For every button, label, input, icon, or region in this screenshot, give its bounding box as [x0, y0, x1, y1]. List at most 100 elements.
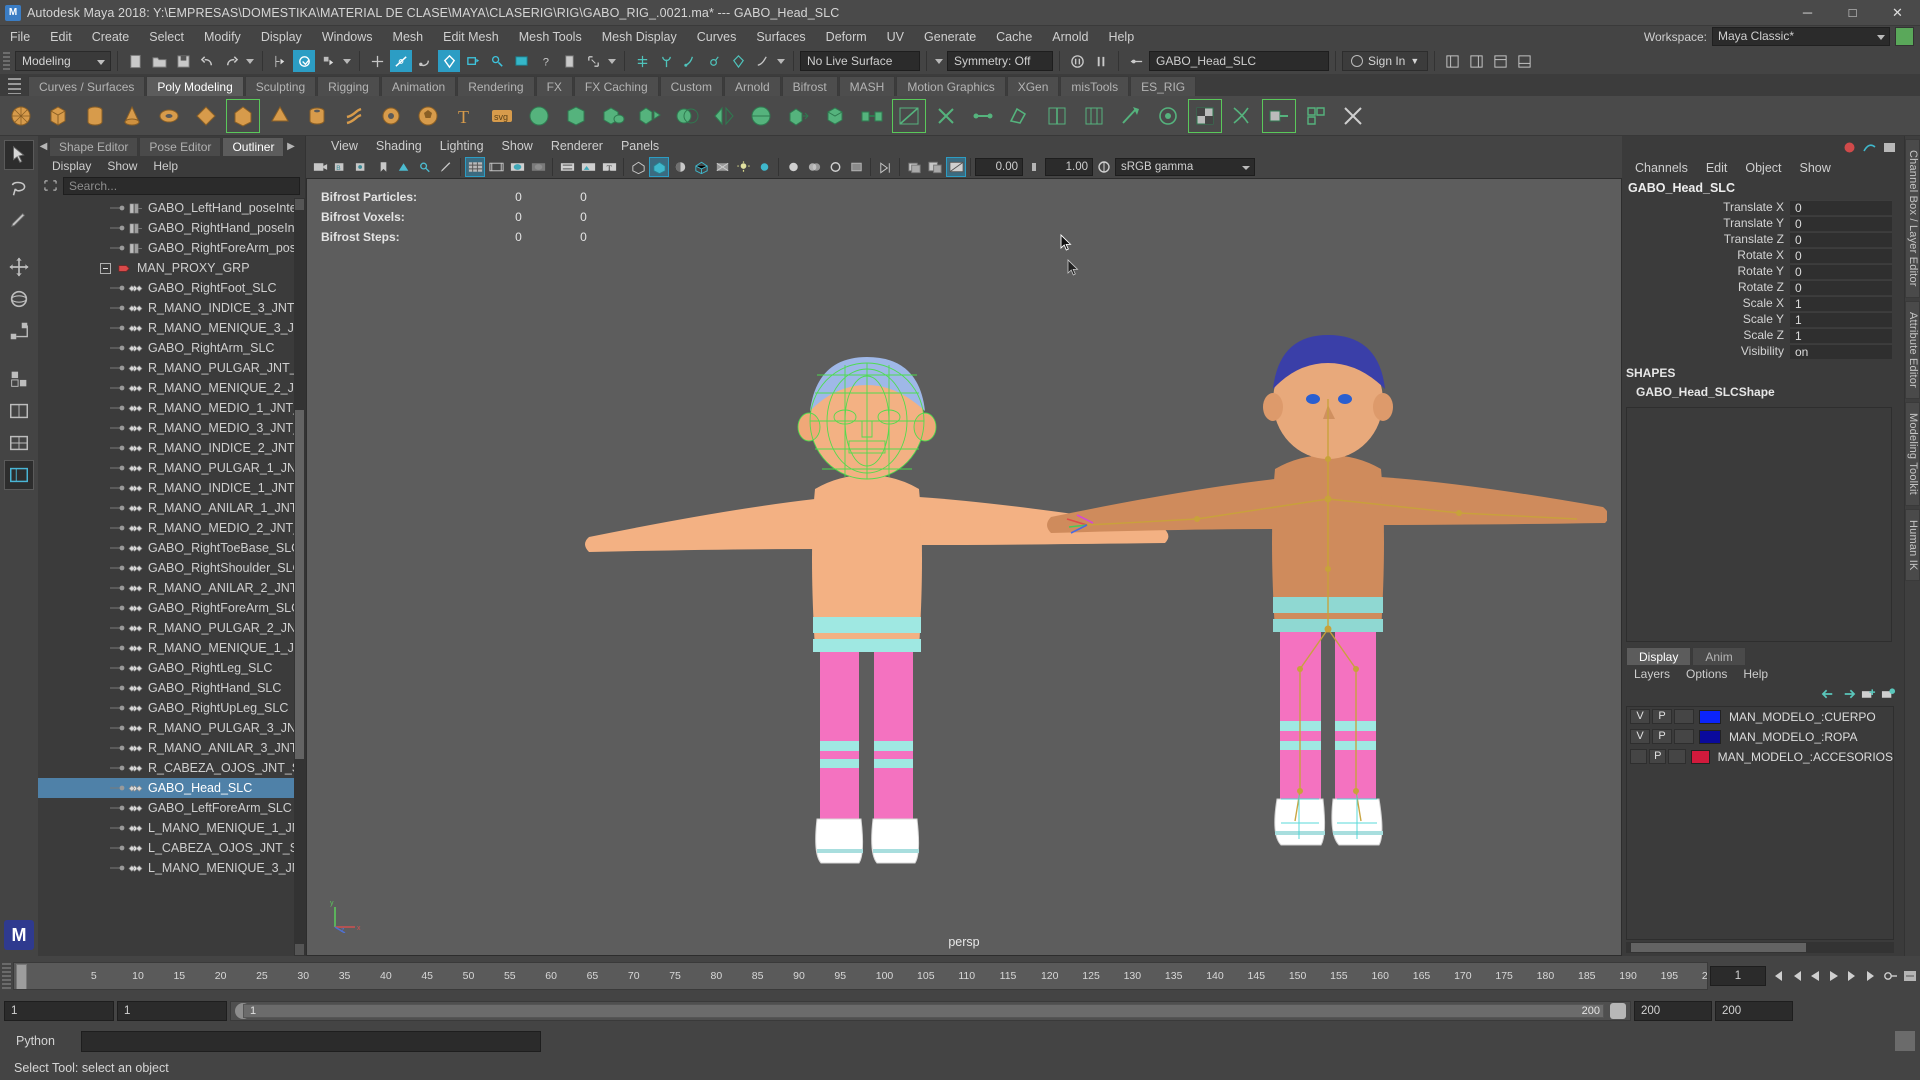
snap-projected-icon[interactable] — [438, 50, 460, 72]
xray-display-icon[interactable] — [557, 157, 577, 177]
channel-box-menu-object[interactable]: Object — [1736, 158, 1790, 178]
vertical-tab-human-ik[interactable]: Human IK — [1905, 508, 1920, 582]
persp-viewport[interactable]: Bifrost Particles: 0 0 Bifrost Voxels: 0 0 Bif… — [306, 178, 1622, 956]
scroll-down-button[interactable] — [295, 944, 304, 955]
scale-tool-icon[interactable] — [4, 316, 34, 346]
shelf-poly-pipe-icon[interactable] — [300, 99, 334, 133]
statusline-collapse-4[interactable] — [775, 51, 787, 71]
render-region-icon[interactable] — [582, 50, 604, 72]
select-component-icon[interactable] — [317, 50, 339, 72]
channel-value-field[interactable]: 0 — [1790, 263, 1892, 279]
sign-in-button[interactable]: Sign In ▼ — [1342, 51, 1429, 71]
bookmark-icon[interactable] — [373, 157, 393, 177]
channel-value-field[interactable]: 0 — [1790, 279, 1892, 295]
shelf-combine-icon[interactable] — [596, 99, 630, 133]
multisample-icon[interactable] — [825, 157, 845, 177]
menu-item-uv[interactable]: UV — [877, 26, 914, 48]
shelf-tab-mash[interactable]: MASH — [838, 76, 896, 96]
time-slider-grip[interactable] — [2, 963, 11, 989]
color-space-select[interactable]: sRGB gamma — [1115, 158, 1255, 176]
display-layer-list[interactable]: V P MAN_MODELO_:CUERPO V P MAN_MODELO_:ROPA P M… — [1626, 705, 1894, 940]
shelf-target-weld-icon[interactable] — [929, 99, 963, 133]
outliner-item[interactable]: R_MANO_ANILAR_2_JNT_SLC — [38, 578, 305, 598]
outliner-scrollbar[interactable] — [294, 198, 305, 956]
shelf-poly-torus-icon[interactable] — [152, 99, 186, 133]
menu-item-generate[interactable]: Generate — [914, 26, 986, 48]
layer-menu-help[interactable]: Help — [1735, 665, 1776, 684]
shelf-poly-helix-icon[interactable] — [337, 99, 371, 133]
new-layer-icon[interactable] — [1861, 687, 1876, 701]
two-d-pan-zoom-icon[interactable] — [415, 157, 435, 177]
layer-toggle-playback[interactable]: P — [1652, 709, 1672, 724]
workspace-select[interactable]: Maya Classic* — [1712, 27, 1890, 46]
outliner-tab-outliner[interactable]: Outliner — [222, 136, 285, 156]
outliner-item[interactable]: L_CABEZA_OJOS_JNT_SLC — [38, 838, 305, 858]
viewport-menu-show[interactable]: Show — [493, 136, 542, 156]
layer-name[interactable]: MAN_MODELO_:CUERPO — [1729, 710, 1876, 724]
outliner-item[interactable]: MAN_PROXY_GRP — [38, 258, 305, 278]
time-slider[interactable]: 5 10 15 20 25 30 35 40 45 50 55 60 65 70 75 80 85 90 95 100… — [13, 962, 1708, 990]
shelf-bridge-icon[interactable] — [855, 99, 889, 133]
vertical-tab-channel-box-layer-editor[interactable]: Channel Box / Layer Editor — [1905, 139, 1920, 298]
outliner-item[interactable]: GABO_LeftForeArm_SLC — [38, 798, 305, 818]
anim-curve-icon[interactable] — [1863, 141, 1876, 154]
isolate-select-icon[interactable] — [631, 50, 653, 72]
outliner-list[interactable]: GABO_LeftHand_poseInterpolator GABO_Right… — [38, 198, 305, 956]
menu-item-display[interactable]: Display — [251, 26, 312, 48]
command-input[interactable] — [81, 1030, 541, 1052]
channel-label[interactable]: Translate X — [1622, 200, 1790, 214]
channel-row[interactable]: Rotate Y0 — [1622, 263, 1904, 279]
statusline-collapse-5[interactable] — [933, 51, 945, 71]
render-view-icon[interactable] — [510, 50, 532, 72]
motion-blur-icon[interactable] — [804, 157, 824, 177]
channel-label[interactable]: Rotate Z — [1622, 280, 1790, 294]
auto-key-icon[interactable] — [1882, 966, 1899, 986]
outliner-item[interactable]: L_MANO_MENIQUE_3_JNT_SLC — [38, 858, 305, 878]
select-camera-icon[interactable] — [310, 157, 330, 177]
range-start-field[interactable]: 1 — [4, 1001, 114, 1021]
step-forward-icon[interactable] — [1844, 966, 1861, 986]
channel-label[interactable]: Scale X — [1622, 296, 1790, 310]
outliner-search-input[interactable]: Search... — [63, 177, 300, 195]
outliner-item[interactable]: GABO_RightFoot_SLC — [38, 278, 305, 298]
layer-toggle-playback[interactable]: P — [1652, 729, 1672, 744]
shelf-poly-sphere-icon[interactable] — [4, 99, 38, 133]
hud-text-icon[interactable]: T — [599, 157, 619, 177]
outliner-item[interactable]: GABO_LeftHand_poseInterpolator — [38, 198, 305, 218]
shelf-text-icon[interactable]: T — [448, 99, 482, 133]
minimize-button[interactable]: ─ — [1785, 0, 1830, 26]
screen-space-ao-icon[interactable] — [783, 157, 803, 177]
xray-joints-icon[interactable] — [679, 50, 701, 72]
time-slider-cursor[interactable] — [16, 964, 27, 989]
shelf-uv-snapshot-icon[interactable] — [1336, 99, 1370, 133]
shelf-offset-edge-loop-icon[interactable] — [1077, 99, 1111, 133]
shelf-booleans-icon[interactable] — [670, 99, 704, 133]
go-to-start-icon[interactable] — [1768, 966, 1785, 986]
viewport-copy-icon[interactable] — [925, 157, 945, 177]
layer-editor-tab-anim[interactable]: Anim — [1692, 646, 1746, 665]
make-live-icon[interactable] — [486, 50, 508, 72]
lights-icon[interactable] — [733, 157, 753, 177]
shelf-smooth-icon[interactable] — [744, 99, 778, 133]
layer-toggle-playback[interactable]: P — [1649, 749, 1667, 764]
viewport-menu-lighting[interactable]: Lighting — [431, 136, 493, 156]
shelf-insert-edge-loop-icon[interactable] — [1040, 99, 1074, 133]
shelf-uv-editor-icon[interactable] — [1188, 98, 1222, 133]
channel-row[interactable]: Translate Z0 — [1622, 231, 1904, 247]
lasso-tool-icon[interactable] — [4, 172, 34, 202]
layer-toggle-reference[interactable] — [1674, 729, 1694, 744]
channel-label[interactable]: Translate Y — [1622, 216, 1790, 230]
layer-color-swatch[interactable] — [1699, 709, 1721, 724]
channel-value-field[interactable]: on — [1790, 343, 1892, 359]
channel-row[interactable]: Rotate Z0 — [1622, 279, 1904, 295]
menu-item-help[interactable]: Help — [1098, 26, 1144, 48]
outliner-item[interactable]: L_MANO_MENIQUE_1_JNT_SLC — [38, 818, 305, 838]
shelf-connect-icon[interactable] — [966, 99, 1000, 133]
paint-select-tool-icon[interactable] — [4, 204, 34, 234]
layer-menu-options[interactable]: Options — [1678, 665, 1735, 684]
outliner-item[interactable]: R_MANO_MEDIO_1_JNT_SLC — [38, 398, 305, 418]
outliner-item[interactable]: R_MANO_INDICE_1_JNT_SLC — [38, 478, 305, 498]
outliner-item[interactable]: R_MANO_PULGAR_2_JNT_SLC — [38, 618, 305, 638]
outliner-item[interactable]: R_MANO_PULGAR_3_JNT_SLC — [38, 718, 305, 738]
outliner-item[interactable]: GABO_RightShoulder_SLC — [38, 558, 305, 578]
